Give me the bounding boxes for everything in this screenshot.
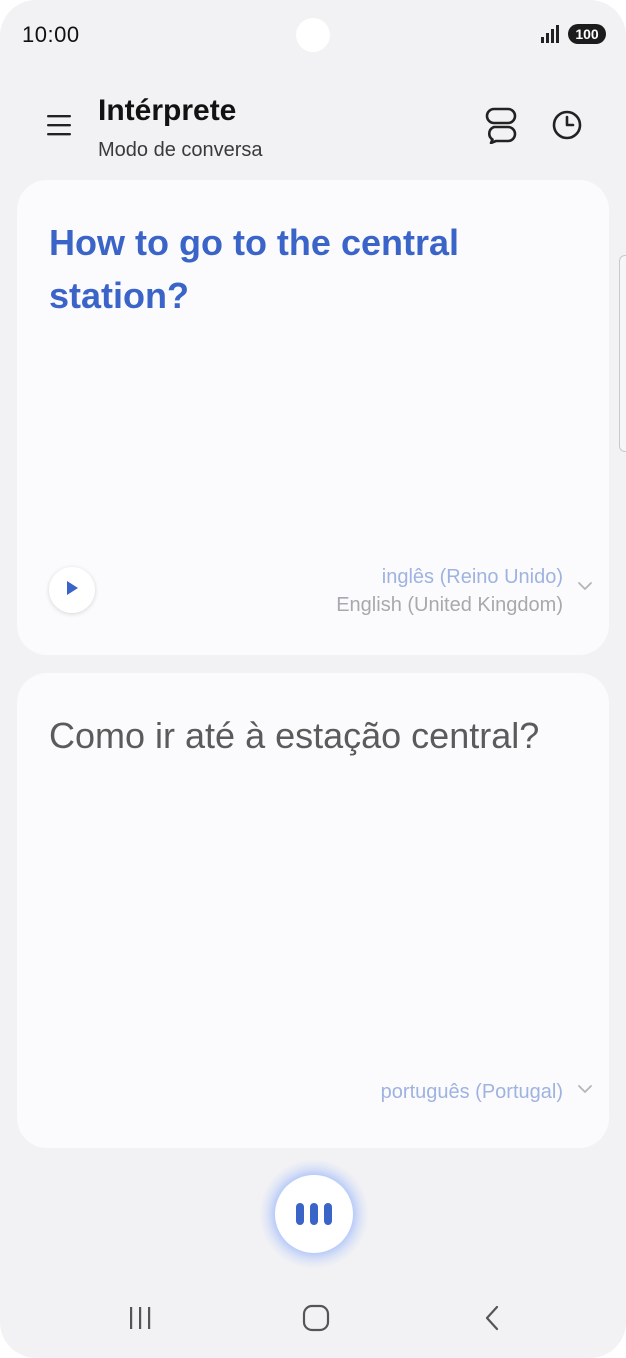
battery-icon: 100 bbox=[568, 24, 606, 44]
recent-apps-button[interactable] bbox=[110, 1300, 170, 1340]
chevron-down-icon[interactable] bbox=[577, 1081, 593, 1099]
status-icons: 100 bbox=[540, 24, 606, 44]
home-icon bbox=[301, 1303, 331, 1338]
page-subtitle: Modo de conversa bbox=[98, 139, 263, 161]
back-button[interactable] bbox=[462, 1300, 522, 1340]
source-text: How to go to the central station? bbox=[49, 222, 459, 316]
history-icon bbox=[551, 109, 583, 146]
menu-icon bbox=[45, 113, 73, 142]
translated-text: Como ir até à estação central? bbox=[49, 715, 540, 756]
target-language-selector[interactable]: português (Portugal) bbox=[381, 1078, 563, 1106]
source-language-selector[interactable]: inglês (Reino Unido) English (United Kin… bbox=[336, 563, 563, 619]
source-card: How to go to the central station? inglês… bbox=[17, 180, 609, 655]
source-language-native: English (United Kingdom) bbox=[336, 594, 563, 616]
edge-panel-handle[interactable] bbox=[619, 255, 626, 452]
mic-button[interactable] bbox=[275, 1175, 353, 1253]
menu-button[interactable] bbox=[42, 110, 76, 144]
listening-bars-icon bbox=[296, 1203, 304, 1225]
source-language-label: inglês (Reino Unido) bbox=[381, 566, 563, 588]
phone-screen: 10:00 100 Intérprete Modo de conversa Ho… bbox=[0, 0, 626, 1358]
history-button[interactable] bbox=[546, 106, 588, 148]
status-time: 10:00 bbox=[22, 22, 80, 47]
signal-icon bbox=[540, 25, 562, 43]
listening-bars-icon bbox=[324, 1203, 332, 1225]
play-button[interactable] bbox=[49, 567, 95, 613]
target-language-label: português (Portugal) bbox=[380, 1081, 563, 1103]
listening-bars-icon bbox=[310, 1203, 318, 1225]
conversation-icon bbox=[484, 106, 518, 149]
chevron-down-icon[interactable] bbox=[577, 578, 593, 596]
target-card: Como ir até à estação central? português… bbox=[17, 673, 609, 1148]
recent-apps-icon bbox=[125, 1305, 155, 1336]
play-icon bbox=[64, 579, 80, 602]
home-button[interactable] bbox=[286, 1300, 346, 1340]
page-title: Intérprete bbox=[98, 94, 237, 127]
front-camera bbox=[296, 18, 330, 52]
back-icon bbox=[482, 1304, 502, 1337]
conversation-button[interactable] bbox=[480, 106, 522, 148]
